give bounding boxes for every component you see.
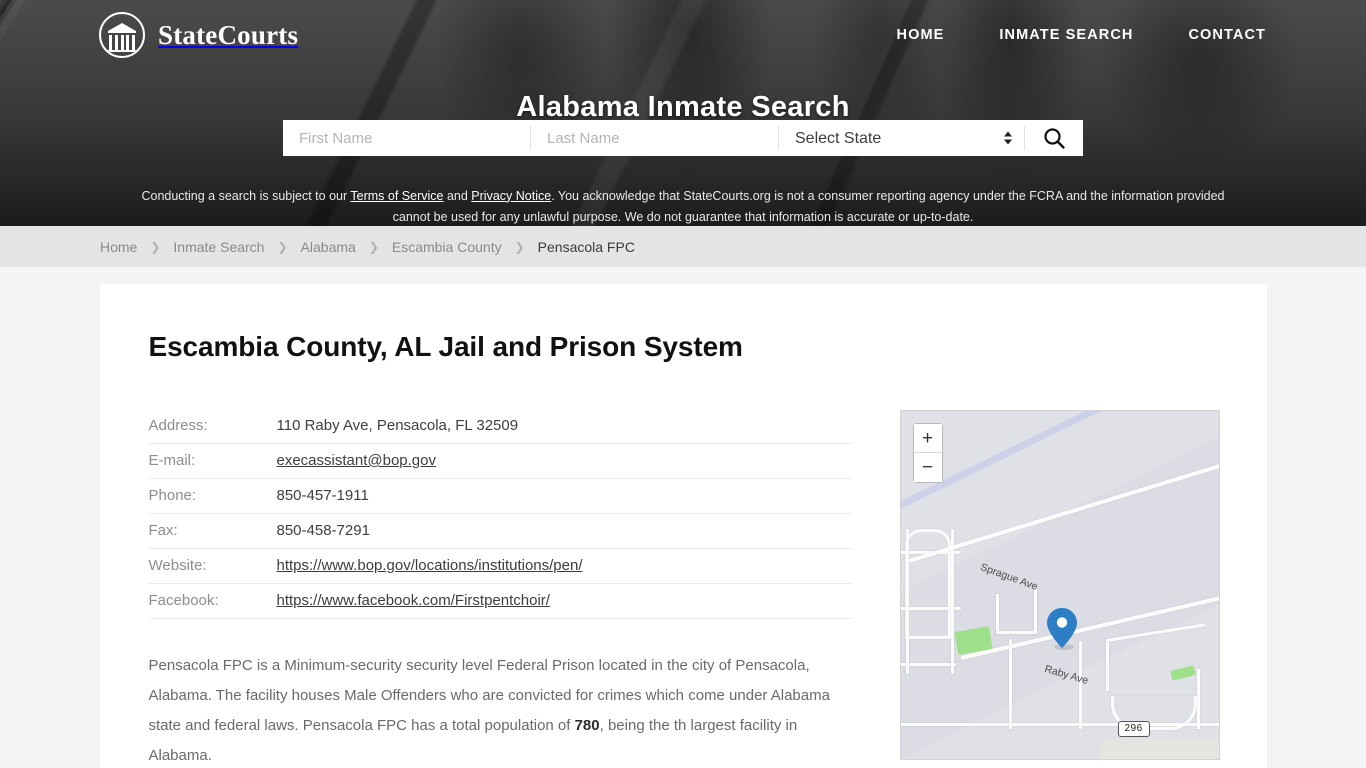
chevron-right-icon: ❯ <box>514 239 525 254</box>
population-count: 780 <box>574 717 600 734</box>
facility-description: Pensacola FPC is a Minimum-security secu… <box>149 651 849 768</box>
site-logo[interactable]: StateCourts <box>99 12 298 58</box>
inmate-search-form: Select State <box>283 120 1083 156</box>
disclaimer-text-1: Conducting a search is subject to our <box>141 188 351 203</box>
table-row: Fax: 850-458-7291 <box>148 513 853 549</box>
breadcrumb-item-inmate-search[interactable]: Inmate Search <box>173 239 264 255</box>
row-value-phone: 850-457-1911 <box>276 478 853 514</box>
state-select[interactable]: Select State <box>779 120 1024 156</box>
map-road <box>1105 639 1109 691</box>
breadcrumb-item-alabama[interactable]: Alabama <box>301 239 356 255</box>
map-road <box>950 529 954 674</box>
nav-item-contact[interactable]: CONTACT <box>1188 27 1266 43</box>
facility-details-column: Address: 110 Raby Ave, Pensacola, FL 325… <box>148 409 853 768</box>
table-row: E-mail: execassistant@bop.gov <box>148 443 853 479</box>
row-label: Website: <box>148 548 277 584</box>
content-card: Escambia County, AL Jail and Prison Syst… <box>99 284 1267 768</box>
main-navigation: HOME INMATE SEARCH CONTACT <box>897 27 1266 43</box>
row-value-address: 110 Raby Ave, Pensacola, FL 32509 <box>276 409 853 444</box>
map-road <box>995 594 999 634</box>
breadcrumb-item-home[interactable]: Home <box>100 239 137 255</box>
chevron-right-icon: ❯ <box>277 239 288 254</box>
table-row: Website: https://www.bop.gov/locations/i… <box>148 548 853 584</box>
map-column: Sprague Ave Raby Ave 296 + − <box>899 409 1220 768</box>
row-value-fax: 850-458-7291 <box>276 513 853 549</box>
map-bottom-strip <box>1100 739 1219 759</box>
map-road <box>904 529 951 639</box>
site-header: StateCourts HOME INMATE SEARCH CONTACT A… <box>0 0 1366 226</box>
search-disclaimer: Conducting a search is subject to our Te… <box>0 186 1366 227</box>
chevron-right-icon: ❯ <box>150 239 161 254</box>
first-name-input[interactable] <box>283 120 530 156</box>
row-label: Fax: <box>148 513 277 549</box>
map-road <box>1196 669 1200 729</box>
state-select-wrapper: Select State <box>779 120 1024 156</box>
map-zoom-controls: + − <box>912 423 943 483</box>
breadcrumb-item-escambia-county[interactable]: Escambia County <box>392 239 502 255</box>
terms-of-service-link[interactable]: Terms of Service <box>350 189 443 203</box>
row-value-website: https://www.bop.gov/locations/institutio… <box>276 548 853 584</box>
table-row: Facebook: https://www.facebook.com/First… <box>148 583 853 619</box>
table-row: Address: 110 Raby Ave, Pensacola, FL 325… <box>148 409 853 444</box>
row-label: Phone: <box>148 478 277 514</box>
breadcrumb-item-current: Pensacola FPC <box>537 238 635 255</box>
courthouse-circle-icon <box>99 12 145 58</box>
breadcrumb: Home ❯ Inmate Search ❯ Alabama ❯ Escambi… <box>100 239 635 255</box>
page-title: Escambia County, AL Jail and Prison Syst… <box>148 331 743 362</box>
row-label: Facebook: <box>148 583 277 619</box>
magnifier-icon <box>1044 128 1065 149</box>
last-name-input[interactable] <box>531 120 778 156</box>
email-link[interactable]: execassistant@bop.gov <box>277 452 437 469</box>
disclaimer-text-2: and <box>443 188 472 203</box>
body-columns: Address: 110 Raby Ave, Pensacola, FL 325… <box>148 363 1220 768</box>
row-label: E-mail: <box>148 443 277 479</box>
map-road <box>1033 589 1037 634</box>
map-pin-icon[interactable] <box>1046 608 1077 650</box>
location-map[interactable]: Sprague Ave Raby Ave 296 + − <box>899 410 1220 760</box>
facebook-link[interactable]: https://www.facebook.com/Firstpentchoir/ <box>277 592 550 609</box>
zoom-in-button[interactable]: + <box>913 424 942 453</box>
row-value-facebook: https://www.facebook.com/Firstpentchoir/ <box>276 583 853 619</box>
website-link[interactable]: https://www.bop.gov/locations/institutio… <box>277 557 583 574</box>
map-road <box>1008 639 1012 729</box>
table-row: Phone: 850-457-1911 <box>148 478 853 514</box>
breadcrumb-bar: Home ❯ Inmate Search ❯ Alabama ❯ Escambi… <box>0 226 1366 267</box>
row-value-email: execassistant@bop.gov <box>276 443 853 479</box>
route-shield-296: 296 <box>1117 721 1150 737</box>
nav-item-home[interactable]: HOME <box>897 27 945 43</box>
map-road <box>905 529 909 674</box>
search-button[interactable] <box>1025 120 1083 156</box>
brand-name: StateCourts <box>158 19 299 50</box>
facility-details-table: Address: 110 Raby Ave, Pensacola, FL 325… <box>148 409 853 619</box>
privacy-notice-link[interactable]: Privacy Notice <box>471 189 551 203</box>
chevron-right-icon: ❯ <box>368 239 379 254</box>
row-label: Address: <box>148 409 277 444</box>
nav-item-inmate-search[interactable]: INMATE SEARCH <box>999 27 1133 43</box>
map-road <box>995 631 1036 634</box>
zoom-out-button[interactable]: − <box>913 453 942 482</box>
